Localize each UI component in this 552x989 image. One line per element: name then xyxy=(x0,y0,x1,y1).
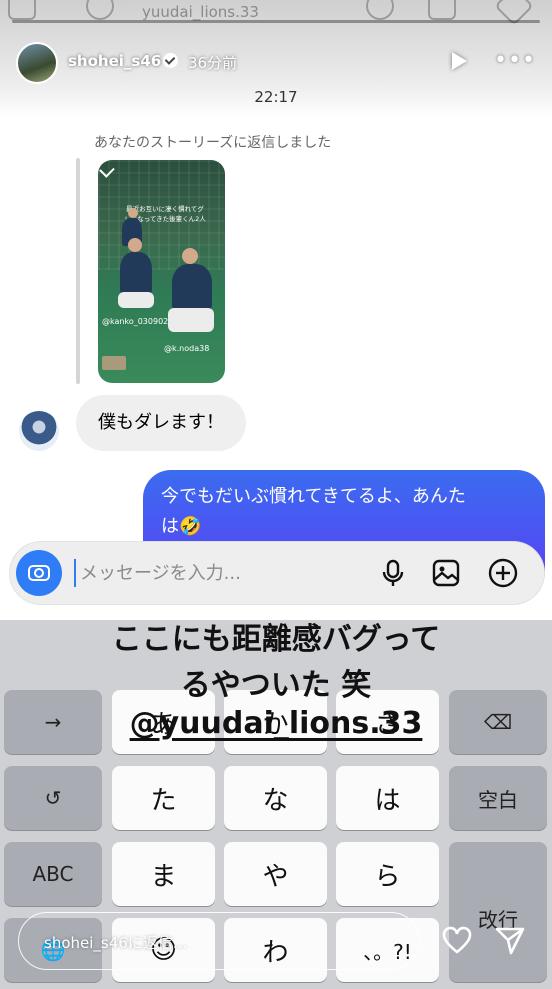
camera-button[interactable] xyxy=(16,550,62,596)
story-username[interactable]: shohei_s46 xyxy=(68,52,161,70)
person-head xyxy=(182,248,198,264)
person-pants xyxy=(168,308,214,332)
more-options-icon[interactable]: ••• xyxy=(494,50,536,72)
microphone-icon[interactable] xyxy=(378,558,408,588)
story-mention[interactable]: @yuudai_lions.33 xyxy=(0,706,552,741)
thumbnail-tag: @kanko_030902 xyxy=(102,317,169,326)
story-overlay-text-line1: ここにも距離感バグって xyxy=(111,622,441,657)
story-overlay-text-line2: るやついた 笑 xyxy=(180,668,372,703)
heart-icon[interactable] xyxy=(441,925,473,957)
outgoing-message-line: 今でもだいぶ慣れてきてるよ、あんた xyxy=(161,486,466,507)
ghost-username: yuudai_lions.33 xyxy=(142,3,259,21)
person-body xyxy=(120,252,152,294)
story-header: shohei_s46 36分前 ••• xyxy=(0,38,552,86)
add-icon[interactable] xyxy=(488,558,518,588)
person-head xyxy=(128,208,138,218)
mention-text[interactable]: @yuudai_lions.33 xyxy=(130,706,423,741)
key-ya[interactable]: や xyxy=(224,842,327,906)
key-return[interactable]: 改行 xyxy=(449,842,547,982)
key-ra[interactable]: ら xyxy=(336,842,439,906)
top-ghost-header: yuudai_lions.33 xyxy=(0,0,552,30)
key-na[interactable]: な xyxy=(224,766,327,830)
sender-avatar[interactable] xyxy=(19,411,59,451)
person-head xyxy=(128,238,142,252)
chat-screenshot: yuudai_lions.33 shohei_s46 36分前 ••• 22:1… xyxy=(0,0,552,620)
back-icon xyxy=(8,0,36,20)
message-composer xyxy=(10,542,544,604)
story-avatar[interactable] xyxy=(16,42,58,84)
story-reply-caption: あなたのストーリーズに返信しました xyxy=(94,135,332,151)
verified-badge-icon xyxy=(163,53,178,68)
key-ta[interactable]: た xyxy=(112,766,215,830)
story-thumbnail[interactable]: 最近お互いに凄く慣れてグレになってきた後輩くん2人 @kanko_030902 … xyxy=(98,160,225,383)
story-reply-placeholder: shohei_s46に返信... xyxy=(44,934,188,952)
story-time-ago: 36分前 xyxy=(188,54,238,72)
ghost-avatar xyxy=(86,0,114,20)
send-icon[interactable] xyxy=(494,924,526,956)
key-abc[interactable]: ABC xyxy=(4,842,102,906)
text-caret xyxy=(74,559,76,587)
key-undo[interactable]: ↺ xyxy=(4,766,102,830)
key-ha[interactable]: は xyxy=(336,766,439,830)
call-icon xyxy=(366,0,394,20)
outgoing-message-line: は🤣 xyxy=(161,516,202,537)
key-space[interactable]: 空白 xyxy=(449,766,547,830)
gallery-icon[interactable] xyxy=(431,558,461,588)
camera-lens-icon xyxy=(34,568,44,578)
message-input[interactable] xyxy=(80,556,360,590)
message-timestamp: 22:17 xyxy=(254,88,298,106)
thumbnail-mat xyxy=(102,356,126,370)
key-ma[interactable]: ま xyxy=(112,842,215,906)
incoming-message-bubble[interactable]: 僕もダレます！ xyxy=(76,395,246,451)
thumbnail-tag: @k.noda38 xyxy=(164,344,210,353)
person-pants xyxy=(118,292,154,308)
person-body xyxy=(172,264,212,310)
video-icon xyxy=(428,0,456,20)
story-progress-bar xyxy=(12,20,540,23)
reply-quote-bar xyxy=(76,158,80,384)
play-icon[interactable] xyxy=(452,52,467,70)
